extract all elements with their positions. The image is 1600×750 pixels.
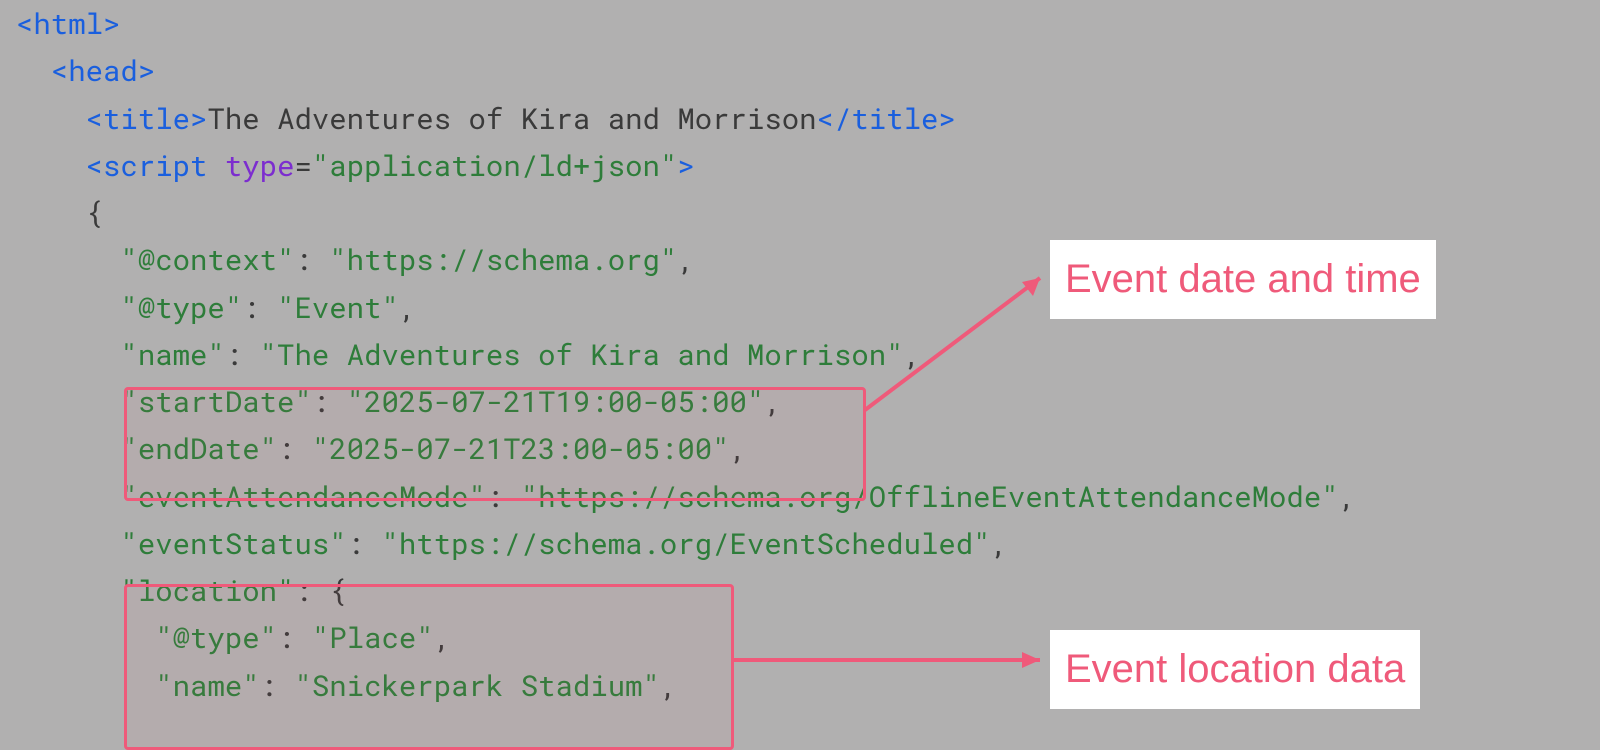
val-status: "https://schema.org/EventScheduled": [381, 524, 990, 562]
key-location: "location": [120, 571, 294, 609]
key-status: "eventStatus": [120, 524, 346, 562]
brace-open: {: [86, 193, 103, 231]
annotation-dates: Event date and time: [1050, 240, 1436, 319]
val-name: "The Adventures of Kira and Morrison": [260, 335, 904, 373]
title-text: The Adventures of Kira and Morrison: [207, 99, 816, 137]
key-type: "@type": [120, 288, 242, 326]
key-enddate: "endDate": [120, 429, 277, 467]
val-startdate: "2025-07-21T19:00-05:00": [347, 382, 765, 420]
val-loc-type: "Place": [312, 618, 434, 656]
val-eam: "https://schema.org/OfflineEventAttendan…: [521, 477, 1339, 515]
key-loc-name: "name": [155, 666, 259, 704]
tag-title-close: </title>: [817, 99, 956, 137]
tag-script-open-end: >: [677, 146, 694, 184]
tag-title-open: <title>: [86, 99, 208, 137]
attr-type: type: [225, 146, 295, 184]
val-type: "Event": [277, 288, 399, 326]
tag-script-open: <script: [86, 146, 208, 184]
attr-type-val: "application/ld+json": [312, 146, 677, 184]
val-context: "https://schema.org": [329, 240, 677, 278]
key-startdate: "startDate": [120, 382, 311, 420]
annotation-location: Event location data: [1050, 630, 1420, 709]
eq: =: [294, 146, 311, 184]
key-name: "name": [120, 335, 224, 373]
val-enddate: "2025-07-21T23:00-05:00": [312, 429, 730, 467]
loc-brace: {: [329, 571, 346, 609]
tag-head-open: <head>: [51, 51, 155, 89]
key-eam: "eventAttendanceMode": [120, 477, 485, 515]
code-block: <html> <head> <title>The Adventures of K…: [0, 0, 1600, 709]
val-loc-name: "Snickerpark Stadium": [294, 666, 659, 704]
tag-html-open: <html>: [16, 4, 120, 42]
key-context: "@context": [120, 240, 294, 278]
key-loc-type: "@type": [155, 618, 277, 656]
